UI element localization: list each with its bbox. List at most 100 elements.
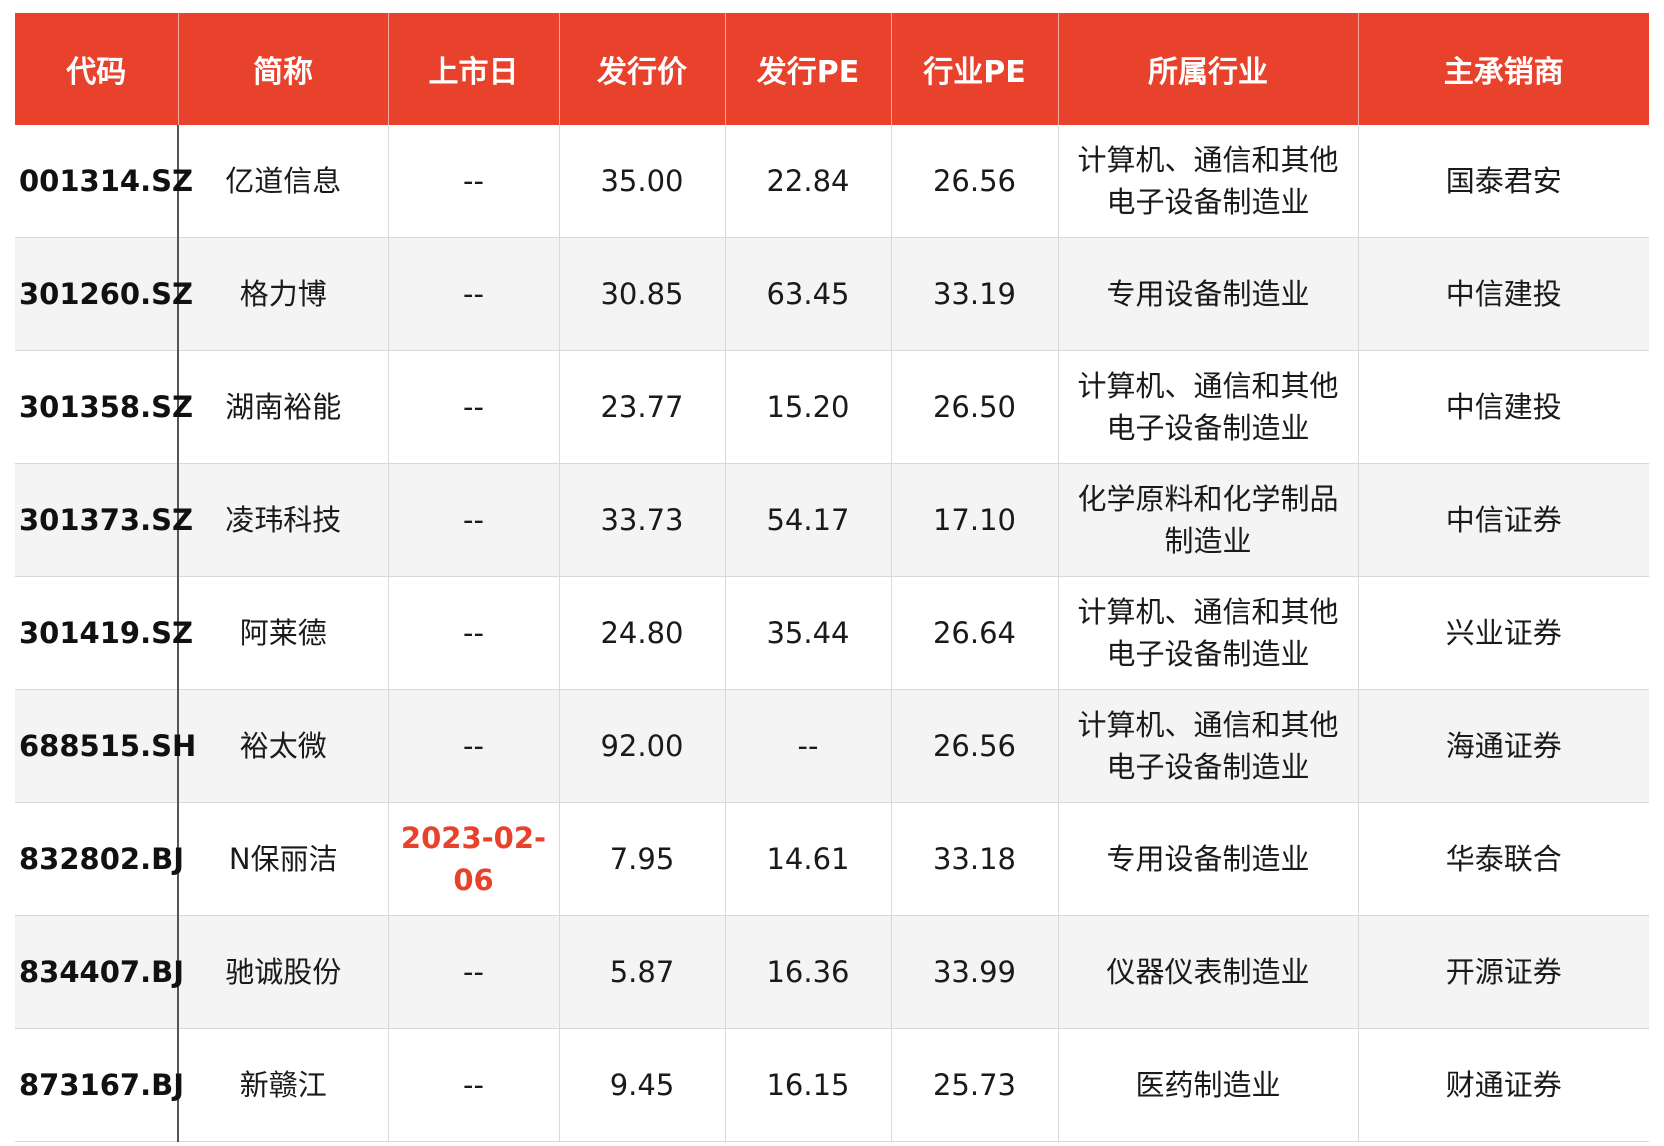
cell-code: 301419.SZ	[15, 576, 193, 690]
industry-text: 化学原料和化学制品制造业	[1077, 482, 1339, 558]
header-short-name: 简称	[178, 13, 389, 125]
cell-short-name: 驰诚股份	[178, 915, 389, 1029]
cell-issue-pe: 16.36	[725, 915, 892, 1029]
cell-listing-date: --	[388, 576, 560, 690]
cell-underwriter: 海通证券	[1358, 689, 1649, 803]
cell-issue-price: 92.00	[559, 689, 726, 803]
cell-short-name: 凌玮科技	[178, 463, 389, 577]
cell-issue-price: 9.45	[559, 1028, 726, 1142]
cell-underwriter: 开源证券	[1358, 915, 1649, 1029]
cell-listing-date: --	[388, 1028, 560, 1142]
cell-listing-date: --	[388, 237, 560, 351]
cell-issue-pe: 22.84	[725, 125, 892, 238]
table-row: 301419.SZ 阿莱德 -- 24.80 35.44 26.64 计算机、通…	[15, 576, 1649, 690]
cell-code: 001314.SZ	[15, 125, 193, 238]
cell-issue-pe: 35.44	[725, 576, 892, 690]
cell-issue-price: 7.95	[559, 802, 726, 916]
industry-text: 专用设备制造业	[1106, 842, 1310, 876]
industry-text: 仪器仪表制造业	[1106, 955, 1310, 989]
cell-code: 834407.BJ	[15, 915, 184, 1029]
cell-issue-price: 23.77	[559, 350, 726, 464]
table-row: 873167.BJ 新赣江 -- 9.45 16.15 25.73 医药制造业 …	[15, 1028, 1649, 1142]
cell-industry-pe: 26.64	[891, 576, 1059, 690]
table-row: 688515.SH 裕太微 -- 92.00 -- 26.56 计算机、通信和其…	[15, 689, 1649, 803]
cell-underwriter: 兴业证券	[1358, 576, 1649, 690]
industry-text: 计算机、通信和其他电子设备制造业	[1077, 143, 1339, 219]
header-issue-pe: 发行PE	[725, 13, 892, 125]
cell-short-name: 新赣江	[178, 1028, 389, 1142]
cell-issue-price: 33.73	[559, 463, 726, 577]
cell-industry-pe: 33.99	[891, 915, 1059, 1029]
cell-industry: 仪器仪表制造业	[1058, 915, 1359, 1029]
cell-listing-date-highlight: 2023-02-06	[388, 802, 560, 916]
industry-text: 计算机、通信和其他电子设备制造业	[1077, 369, 1339, 445]
cell-industry-pe: 26.56	[891, 125, 1059, 238]
cell-underwriter: 国泰君安	[1358, 125, 1649, 238]
cell-industry-pe: 17.10	[891, 463, 1059, 577]
header-industry-pe: 行业PE	[891, 13, 1059, 125]
cell-industry: 专用设备制造业	[1058, 802, 1359, 916]
cell-code: 873167.BJ	[15, 1028, 184, 1142]
cell-industry-pe: 25.73	[891, 1028, 1059, 1142]
cell-listing-date: --	[388, 689, 560, 803]
cell-issue-price: 35.00	[559, 125, 726, 238]
cell-issue-pe: 63.45	[725, 237, 892, 351]
cell-issue-pe: --	[725, 689, 892, 803]
header-industry: 所属行业	[1058, 13, 1359, 125]
cell-short-name: 阿莱德	[178, 576, 389, 690]
table-row: 301373.SZ 凌玮科技 -- 33.73 54.17 17.10 化学原料…	[15, 463, 1649, 577]
cell-short-name: 裕太微	[178, 689, 389, 803]
header-issue-price: 发行价	[559, 13, 726, 125]
cell-industry-pe: 26.50	[891, 350, 1059, 464]
cell-issue-price: 24.80	[559, 576, 726, 690]
cell-underwriter: 中信建投	[1358, 237, 1649, 351]
cell-industry: 医药制造业	[1058, 1028, 1359, 1142]
table-row: 001314.SZ 亿道信息 -- 35.00 22.84 26.56 计算机、…	[15, 125, 1649, 238]
cell-issue-price: 30.85	[559, 237, 726, 351]
cell-underwriter: 财通证券	[1358, 1028, 1649, 1142]
cell-underwriter: 中信建投	[1358, 350, 1649, 464]
cell-code: 301373.SZ	[15, 463, 193, 577]
cell-listing-date: --	[388, 463, 560, 577]
cell-listing-date: --	[388, 915, 560, 1029]
cell-underwriter: 华泰联合	[1358, 802, 1649, 916]
cell-industry-pe: 26.56	[891, 689, 1059, 803]
cell-issue-price: 5.87	[559, 915, 726, 1029]
cell-industry: 化学原料和化学制品制造业	[1058, 463, 1359, 577]
industry-text: 医药制造业	[1135, 1068, 1281, 1102]
header-listing-date: 上市日	[388, 13, 560, 125]
table-row: 301358.SZ 湖南裕能 -- 23.77 15.20 26.50 计算机、…	[15, 350, 1649, 464]
industry-text: 计算机、通信和其他电子设备制造业	[1077, 708, 1339, 784]
cell-short-name: 湖南裕能	[178, 350, 389, 464]
header-code: 代码	[15, 13, 179, 125]
cell-short-name: 亿道信息	[178, 125, 389, 238]
table-row: 301260.SZ 格力博 -- 30.85 63.45 33.19 专用设备制…	[15, 237, 1649, 351]
cell-code: 301358.SZ	[15, 350, 193, 464]
cell-industry: 计算机、通信和其他电子设备制造业	[1058, 576, 1359, 690]
cell-code: 301260.SZ	[15, 237, 193, 351]
cell-short-name: 格力博	[178, 237, 389, 351]
ipo-table: 代码 简称 上市日 发行价 发行PE 行业PE 所属行业 主承销商 001314…	[15, 13, 1649, 1142]
cell-listing-date: --	[388, 350, 560, 464]
cell-industry: 计算机、通信和其他电子设备制造业	[1058, 125, 1359, 238]
industry-text: 计算机、通信和其他电子设备制造业	[1077, 595, 1339, 671]
cell-industry: 计算机、通信和其他电子设备制造业	[1058, 689, 1359, 803]
cell-listing-date: --	[388, 125, 560, 238]
industry-text: 专用设备制造业	[1106, 277, 1310, 311]
cell-issue-pe: 14.61	[725, 802, 892, 916]
header-underwriter: 主承销商	[1358, 13, 1649, 125]
cell-underwriter: 中信证券	[1358, 463, 1649, 577]
table-row: 834407.BJ 驰诚股份 -- 5.87 16.36 33.99 仪器仪表制…	[15, 915, 1649, 1029]
cell-issue-pe: 16.15	[725, 1028, 892, 1142]
cell-industry-pe: 33.18	[891, 802, 1059, 916]
cell-industry: 计算机、通信和其他电子设备制造业	[1058, 350, 1359, 464]
table-row: 832802.BJ N保丽洁 2023-02-06 7.95 14.61 33.…	[15, 802, 1649, 916]
cell-issue-pe: 15.20	[725, 350, 892, 464]
header-row: 代码 简称 上市日 发行价 发行PE 行业PE 所属行业 主承销商	[15, 13, 1649, 125]
cell-industry-pe: 33.19	[891, 237, 1059, 351]
cell-code: 832802.BJ	[15, 802, 184, 916]
cell-issue-pe: 54.17	[725, 463, 892, 577]
cell-industry: 专用设备制造业	[1058, 237, 1359, 351]
cell-short-name: N保丽洁	[178, 802, 389, 916]
cell-code: 688515.SH	[15, 689, 196, 803]
